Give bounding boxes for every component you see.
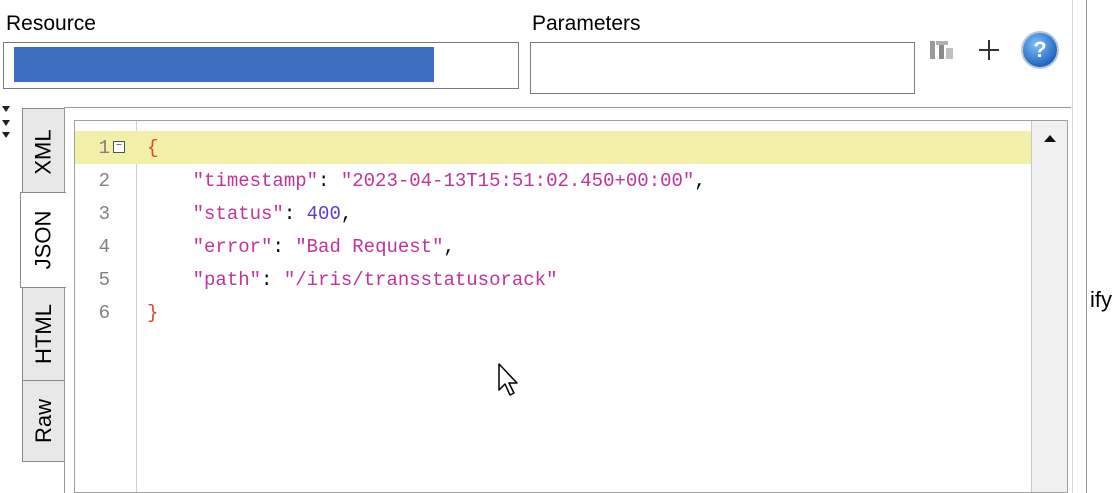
vertical-scrollbar[interactable] [1031,121,1067,492]
help-icon[interactable]: ? [1017,27,1063,73]
code-line[interactable]: 4 "error": "Bad Request", [75,230,1032,263]
code-line[interactable]: 3 "status": 400, [75,197,1032,230]
code-text: "path": "/iris/transstatusorack" [192,269,558,291]
tab-html[interactable]: HTML [22,284,64,384]
parameters-input[interactable] [530,42,915,94]
tab-json-label: JSON [30,210,56,270]
fold-toggle-icon[interactable]: − [113,141,125,153]
tab-html-label: HTML [30,304,56,364]
tab-raw[interactable]: Raw [22,380,64,462]
tab-raw-label: Raw [30,398,56,444]
line-number: 6 [98,302,110,324]
resource-input[interactable] [3,42,519,89]
resource-selection-highlight [14,47,434,82]
line-number: 3 [98,203,110,225]
code-text: "error": "Bad Request", [192,236,455,258]
tab-xml-label: XML [30,129,56,175]
plus-icon[interactable] [972,30,1006,70]
line-number: 4 [98,236,110,258]
side-pin-icon[interactable] [0,102,12,147]
panel-divider [1072,0,1073,493]
code-text: "status": 400, [192,203,353,225]
line-number: 1 [98,137,110,159]
truncated-side-text: ify [1090,287,1112,312]
parameters-label: Parameters [532,12,641,35]
tab-json[interactable]: JSON [20,192,66,288]
code-text: { [147,137,159,159]
resource-label: Resource [6,12,96,35]
scroll-up-icon[interactable] [1032,121,1067,155]
json-editor[interactable]: 1 − { 2 "timestamp": "2023-04-13T15:51:0… [74,120,1068,493]
code-line[interactable]: 2 "timestamp": "2023-04-13T15:51:02.450+… [75,164,1032,197]
mouse-cursor-icon [497,362,521,403]
code-text: } [147,302,159,324]
code-line[interactable]: 6 } [75,296,1032,329]
code-line[interactable]: 1 − { [75,131,1032,164]
tab-xml[interactable]: XML [22,108,64,196]
code-line[interactable]: 5 "path": "/iris/transstatusorack" [75,263,1032,296]
svg-text:?: ? [1033,37,1046,62]
format-icon[interactable] [925,33,959,67]
line-number: 2 [98,170,110,192]
window-divider[interactable] [1086,0,1087,493]
code-text: "timestamp": "2023-04-13T15:51:02.450+00… [192,170,706,192]
line-number: 5 [98,269,110,291]
